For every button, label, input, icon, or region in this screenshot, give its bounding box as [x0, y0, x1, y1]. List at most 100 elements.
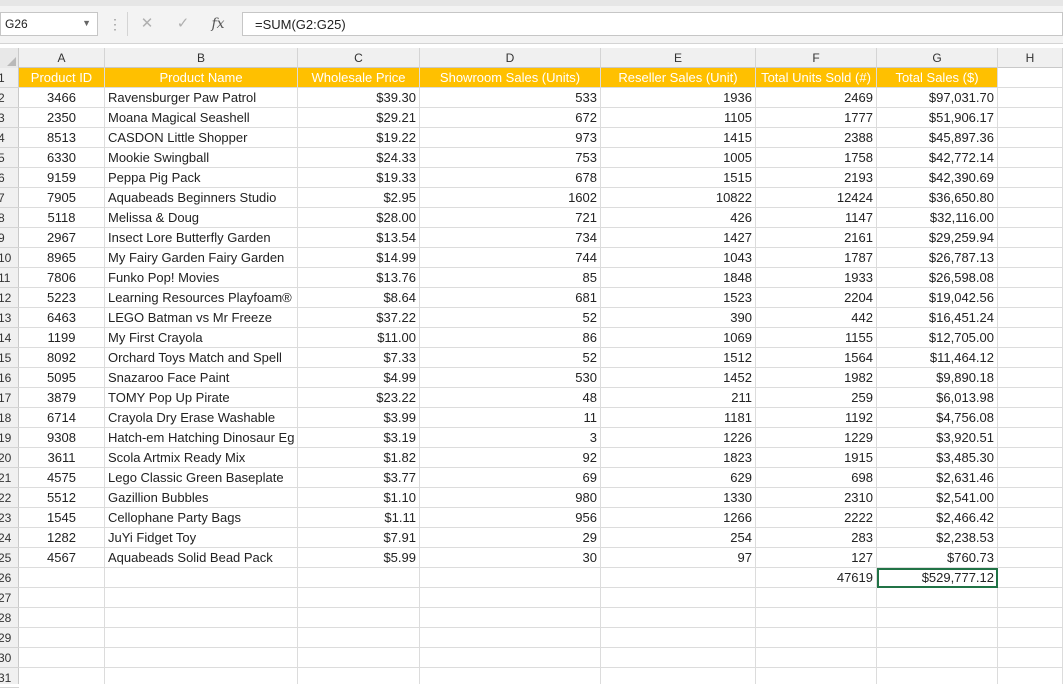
cell-a2[interactable]: 3466 [19, 88, 105, 108]
cell-d24[interactable]: 29 [420, 528, 601, 548]
cell-e9[interactable]: 1427 [601, 228, 756, 248]
row-header-15[interactable]: 15 [0, 348, 19, 368]
cell-g22[interactable]: $2,541.00 [877, 488, 998, 508]
cell-c12[interactable]: $8.64 [298, 288, 420, 308]
cell-h15[interactable] [998, 348, 1063, 368]
cell-a9[interactable]: 2967 [19, 228, 105, 248]
cell-g25[interactable]: $760.73 [877, 548, 998, 568]
insert-function-icon[interactable]: fx [203, 12, 233, 36]
cell-g20[interactable]: $3,485.30 [877, 448, 998, 468]
cell-c23[interactable]: $1.11 [298, 508, 420, 528]
cell-c31[interactable] [298, 668, 420, 684]
cell-a18[interactable]: 6714 [19, 408, 105, 428]
column-header-f[interactable]: F [756, 48, 877, 68]
cell-c21[interactable]: $3.77 [298, 468, 420, 488]
cell-e20[interactable]: 1823 [601, 448, 756, 468]
cell-c4[interactable]: $19.22 [298, 128, 420, 148]
cell-a29[interactable] [19, 628, 105, 648]
cell-d22[interactable]: 980 [420, 488, 601, 508]
row-header-28[interactable]: 28 [0, 608, 19, 628]
cell-c13[interactable]: $37.22 [298, 308, 420, 328]
cell-h27[interactable] [998, 588, 1063, 608]
cell-h14[interactable] [998, 328, 1063, 348]
cell-g30[interactable] [877, 648, 998, 668]
cell-d15[interactable]: 52 [420, 348, 601, 368]
row-header-12[interactable]: 12 [0, 288, 19, 308]
cell-d25[interactable]: 30 [420, 548, 601, 568]
cell-e25[interactable]: 97 [601, 548, 756, 568]
cell-g8[interactable]: $32,116.00 [877, 208, 998, 228]
cell-f25[interactable]: 127 [756, 548, 877, 568]
cell-d14[interactable]: 86 [420, 328, 601, 348]
cell-e29[interactable] [601, 628, 756, 648]
cancel-icon[interactable]: ✕ [132, 12, 162, 36]
cell-g17[interactable]: $6,013.98 [877, 388, 998, 408]
cell-c26[interactable] [298, 568, 420, 588]
row-header-17[interactable]: 17 [0, 388, 19, 408]
cell-a3[interactable]: 2350 [19, 108, 105, 128]
cell-e22[interactable]: 1330 [601, 488, 756, 508]
cell-g28[interactable] [877, 608, 998, 628]
cell-c17[interactable]: $23.22 [298, 388, 420, 408]
cell-f12[interactable]: 2204 [756, 288, 877, 308]
cell-d26[interactable] [420, 568, 601, 588]
cell-c27[interactable] [298, 588, 420, 608]
row-header-10[interactable]: 10 [0, 248, 19, 268]
cell-e24[interactable]: 254 [601, 528, 756, 548]
cell-d23[interactable]: 956 [420, 508, 601, 528]
row-header-4[interactable]: 4 [0, 128, 19, 148]
cell-a27[interactable] [19, 588, 105, 608]
cell-d10[interactable]: 744 [420, 248, 601, 268]
cell-a28[interactable] [19, 608, 105, 628]
cell-a1[interactable]: Product ID [19, 68, 105, 88]
cell-d7[interactable]: 1602 [420, 188, 601, 208]
cell-f15[interactable]: 1564 [756, 348, 877, 368]
cell-f9[interactable]: 2161 [756, 228, 877, 248]
select-all-button[interactable] [0, 48, 19, 68]
cell-g27[interactable] [877, 588, 998, 608]
cell-c14[interactable]: $11.00 [298, 328, 420, 348]
column-header-d[interactable]: D [420, 48, 601, 68]
cell-e30[interactable] [601, 648, 756, 668]
cell-g4[interactable]: $45,897.36 [877, 128, 998, 148]
cell-b1[interactable]: Product Name [105, 68, 298, 88]
cell-d13[interactable]: 52 [420, 308, 601, 328]
cell-b23[interactable]: Cellophane Party Bags [105, 508, 298, 528]
cell-b16[interactable]: Snazaroo Face Paint [105, 368, 298, 388]
cell-h24[interactable] [998, 528, 1063, 548]
cell-a10[interactable]: 8965 [19, 248, 105, 268]
cell-f27[interactable] [756, 588, 877, 608]
cell-b17[interactable]: TOMY Pop Up Pirate [105, 388, 298, 408]
cell-a8[interactable]: 5118 [19, 208, 105, 228]
cell-b8[interactable]: Melissa & Doug [105, 208, 298, 228]
cell-d29[interactable] [420, 628, 601, 648]
cell-d5[interactable]: 753 [420, 148, 601, 168]
cell-a20[interactable]: 3611 [19, 448, 105, 468]
row-header-1[interactable]: 1 [0, 68, 19, 88]
cell-b22[interactable]: Gazillion Bubbles [105, 488, 298, 508]
cell-g7[interactable]: $36,650.80 [877, 188, 998, 208]
cell-h9[interactable] [998, 228, 1063, 248]
cell-a25[interactable]: 4567 [19, 548, 105, 568]
cell-d16[interactable]: 530 [420, 368, 601, 388]
cell-d9[interactable]: 734 [420, 228, 601, 248]
column-header-a[interactable]: A [19, 48, 105, 68]
cell-b30[interactable] [105, 648, 298, 668]
cell-h8[interactable] [998, 208, 1063, 228]
cell-e11[interactable]: 1848 [601, 268, 756, 288]
cell-h21[interactable] [998, 468, 1063, 488]
cell-b12[interactable]: Learning Resources Playfoam® [105, 288, 298, 308]
cell-b27[interactable] [105, 588, 298, 608]
cell-d17[interactable]: 48 [420, 388, 601, 408]
cell-d21[interactable]: 69 [420, 468, 601, 488]
cell-g18[interactable]: $4,756.08 [877, 408, 998, 428]
row-header-21[interactable]: 21 [0, 468, 19, 488]
cell-e18[interactable]: 1181 [601, 408, 756, 428]
cell-g29[interactable] [877, 628, 998, 648]
cell-d20[interactable]: 92 [420, 448, 601, 468]
cell-f30[interactable] [756, 648, 877, 668]
cell-h2[interactable] [998, 88, 1063, 108]
cell-c15[interactable]: $7.33 [298, 348, 420, 368]
cell-h25[interactable] [998, 548, 1063, 568]
cell-b2[interactable]: Ravensburger Paw Patrol [105, 88, 298, 108]
